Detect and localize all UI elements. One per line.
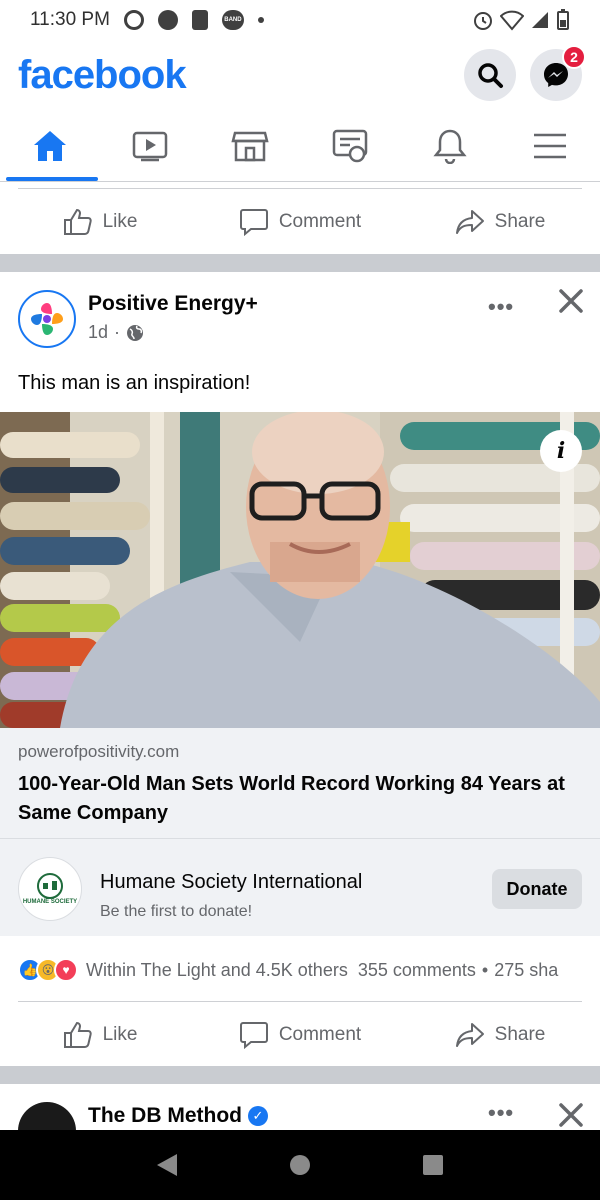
- feed-separator: [0, 1066, 600, 1084]
- globe-icon: [127, 324, 144, 341]
- link-preview[interactable]: powerofpositivity.com 100-Year-Old Man S…: [0, 728, 600, 838]
- like-button[interactable]: Like: [0, 208, 200, 236]
- main-nav: [0, 110, 600, 182]
- messenger-badge: 2: [562, 45, 586, 69]
- share-icon: [455, 1023, 484, 1047]
- search-icon: [478, 63, 503, 88]
- humane-society-logo-icon: [37, 873, 63, 899]
- home-icon: [34, 130, 66, 161]
- app-notification-icon: [157, 10, 178, 30]
- close-icon: [559, 1103, 583, 1127]
- post-more-button[interactable]: •••: [488, 294, 514, 320]
- info-icon[interactable]: i: [540, 430, 582, 472]
- comment-button[interactable]: Comment: [200, 208, 400, 236]
- status-bar: 11:30 PM BAND: [0, 0, 600, 40]
- shares-count[interactable]: 275 sha: [494, 960, 558, 981]
- share-button[interactable]: Share: [400, 208, 600, 236]
- post-time[interactable]: 1d: [88, 322, 108, 343]
- donation-row: HUMANE SOCIETY Humane Society Internatio…: [0, 838, 600, 936]
- feeds-icon: [332, 129, 368, 162]
- next-post-author[interactable]: The DB Method: [88, 1104, 242, 1128]
- search-button[interactable]: [464, 49, 516, 101]
- next-post-avatar[interactable]: [18, 1102, 76, 1130]
- link-title: 100-Year-Old Man Sets World Record Worki…: [18, 773, 565, 824]
- next-post-author-row: The DB Method ✓: [88, 1104, 268, 1128]
- hide-post-button[interactable]: [556, 286, 586, 316]
- post-text: This man is an inspiration!: [18, 372, 251, 394]
- reaction-icons: 👍 😮 ♥: [18, 958, 78, 982]
- org-name[interactable]: Humane Society International: [100, 871, 362, 894]
- tab-watch[interactable]: [100, 110, 200, 181]
- wifi-icon: [500, 10, 524, 31]
- reactions-text: Within The Light and 4.5K others: [86, 959, 348, 980]
- donate-button[interactable]: Donate: [492, 869, 582, 909]
- next-post-more-button[interactable]: •••: [488, 1100, 514, 1126]
- post-meta: 1d ·: [88, 322, 144, 343]
- positive-energy-logo-icon: [31, 303, 63, 335]
- tab-notifications[interactable]: [400, 110, 500, 181]
- battery-icon: [557, 9, 569, 30]
- meta-dot: ·: [114, 322, 121, 342]
- system-nav-bar: [0, 1130, 600, 1200]
- signal-icon: [532, 12, 548, 28]
- love-reaction-icon: ♥: [54, 958, 78, 982]
- tab-marketplace[interactable]: [200, 110, 300, 181]
- band-icon: BAND: [221, 10, 244, 30]
- post-header: Positive Energy+ 1d · •••: [0, 282, 600, 352]
- tab-menu[interactable]: [500, 110, 600, 181]
- share-label: Share: [494, 1024, 546, 1045]
- comment-button[interactable]: Comment: [200, 1021, 400, 1049]
- post-author[interactable]: Positive Energy+: [88, 292, 258, 316]
- comments-count[interactable]: 355 comments: [358, 960, 476, 981]
- chrome-icon: [123, 10, 144, 30]
- comment-icon: [239, 1022, 268, 1049]
- share-icon: [455, 210, 484, 234]
- more-notifications-dot: [257, 17, 264, 23]
- messenger-button[interactable]: 2: [530, 45, 586, 101]
- share-label: Share: [494, 211, 546, 232]
- post-image[interactable]: [0, 412, 600, 728]
- post-actions: Like Comment Share: [0, 1003, 600, 1067]
- video-icon: [132, 131, 168, 161]
- next-post-hide-button[interactable]: [556, 1100, 586, 1130]
- divider: [18, 1001, 582, 1002]
- marketplace-icon: [231, 131, 269, 161]
- comment-label: Comment: [278, 1024, 362, 1045]
- notification-icon: [191, 10, 208, 30]
- donation-subtitle: Be the first to donate!: [100, 903, 253, 920]
- divider: [18, 188, 582, 189]
- status-time: 11:30 PM: [30, 9, 110, 30]
- post-photo: [0, 412, 600, 728]
- facebook-logo[interactable]: facebook: [18, 53, 187, 98]
- link-domain: powerofpositivity.com: [18, 742, 180, 761]
- back-icon[interactable]: [155, 1152, 179, 1178]
- tab-home[interactable]: [0, 110, 100, 181]
- verified-icon: ✓: [247, 1106, 268, 1126]
- previous-post-actions: Like Comment Share: [0, 190, 600, 254]
- like-icon: [63, 1021, 92, 1048]
- comment-label: Comment: [278, 211, 362, 232]
- feed-separator: [0, 254, 600, 272]
- app-header: facebook 2: [0, 40, 600, 110]
- bell-icon: [433, 129, 467, 164]
- like-label: Like: [102, 1024, 138, 1045]
- comment-icon: [239, 209, 268, 236]
- next-post: The DB Method ✓ •••: [0, 1084, 600, 1130]
- like-icon: [63, 208, 92, 235]
- like-button[interactable]: Like: [0, 1021, 200, 1049]
- home-circle-icon[interactable]: [288, 1153, 312, 1177]
- recents-icon[interactable]: [421, 1153, 445, 1177]
- org-logo[interactable]: HUMANE SOCIETY: [18, 857, 82, 921]
- reaction-summary[interactable]: 👍 😮 ♥ Within The Light and 4.5K others 3…: [0, 950, 600, 990]
- stats-dot: •: [481, 959, 489, 980]
- org-logo-text: HUMANE SOCIETY: [22, 899, 78, 905]
- alarm-icon: [474, 12, 492, 30]
- share-button[interactable]: Share: [400, 1021, 600, 1049]
- hamburger-icon: [534, 133, 566, 158]
- close-icon: [559, 289, 583, 313]
- tab-news-feed[interactable]: [300, 110, 400, 181]
- page-avatar[interactable]: [18, 290, 76, 348]
- like-label: Like: [102, 211, 138, 232]
